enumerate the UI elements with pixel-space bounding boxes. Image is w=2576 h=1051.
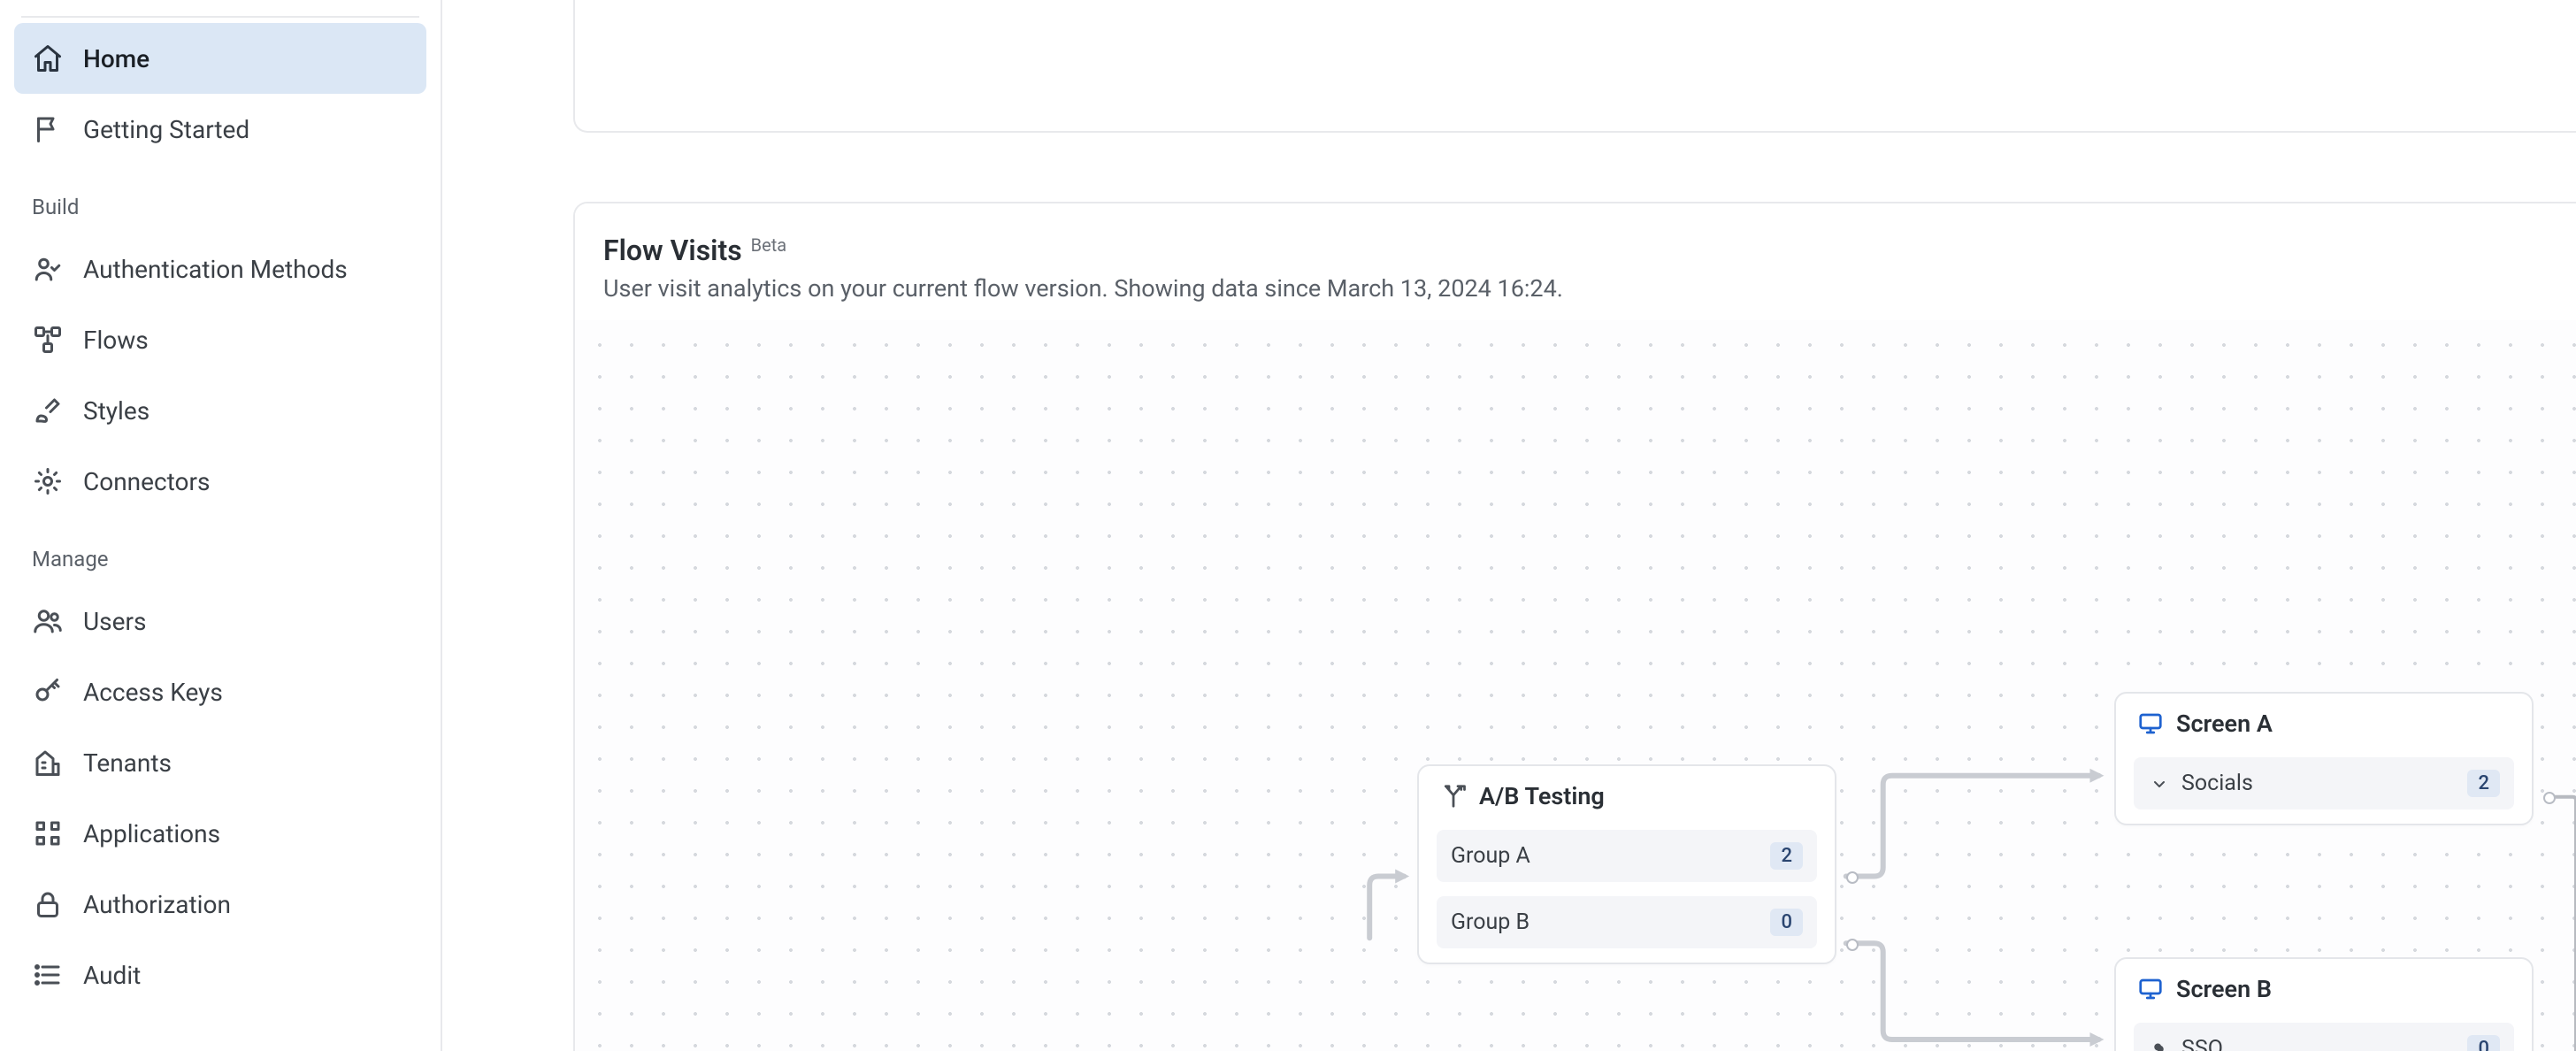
home-icon	[32, 42, 64, 74]
chevron-down-icon	[2148, 772, 2171, 795]
sidebar-divider	[21, 16, 419, 18]
node-row-group-b[interactable]: Group B 0	[1437, 896, 1817, 948]
list-icon	[32, 959, 64, 991]
sidebar-section-manage: Manage	[14, 517, 426, 586]
node-screen-a[interactable]: Screen A Socials 2	[2114, 692, 2534, 825]
node-row-group-a[interactable]: Group A 2	[1437, 830, 1817, 882]
sidebar-item-connectors[interactable]: Connectors	[14, 446, 426, 517]
flow-title-row: Flow Visits Beta	[603, 234, 2548, 267]
sidebar-label: Flows	[83, 326, 149, 355]
sidebar-item-audit[interactable]: Audit	[14, 940, 426, 1010]
sidebar-item-users[interactable]: Users	[14, 586, 426, 656]
app-root: Home Getting Started Build Authenticatio…	[0, 0, 2576, 1051]
sidebar-label: Tenants	[83, 748, 172, 778]
sidebar-item-styles[interactable]: Styles	[14, 375, 426, 446]
brush-icon	[32, 395, 64, 426]
sidebar-item-flows[interactable]: Flows	[14, 304, 426, 375]
sidebar-label: Styles	[83, 396, 150, 426]
node-title: Screen B	[2176, 975, 2272, 1003]
output-port-socials[interactable]	[2543, 792, 2556, 804]
flag-icon	[32, 113, 64, 145]
output-port-group-b[interactable]	[1846, 939, 1859, 951]
sidebar-item-applications[interactable]: Applications	[14, 798, 426, 869]
sidebar-label: Authorization	[83, 890, 231, 919]
count-badge: 2	[2467, 770, 2500, 797]
sidebar-label: Applications	[83, 819, 220, 848]
building-icon	[32, 747, 64, 779]
sidebar: Home Getting Started Build Authenticatio…	[0, 0, 442, 1051]
sidebar-item-home[interactable]: Home	[14, 23, 426, 94]
node-header: Screen B	[2116, 959, 2532, 1016]
count-badge: 0	[1770, 909, 1803, 936]
row-label: Group A	[1451, 843, 1770, 869]
monitor-icon	[2137, 710, 2164, 737]
sidebar-label: Connectors	[83, 467, 210, 496]
users-icon	[32, 605, 64, 637]
flow-visits-card: Flow Visits Beta User visit analytics on…	[573, 202, 2576, 1051]
sidebar-label: Users	[83, 607, 146, 636]
count-badge: 2	[1770, 842, 1803, 870]
sidebar-label: Authentication Methods	[83, 255, 348, 284]
output-port-group-a[interactable]	[1846, 871, 1859, 884]
node-header: Screen A	[2116, 694, 2532, 750]
node-ab-testing[interactable]: A/B Testing Group A 2 Group B 0	[1417, 764, 1836, 964]
key-icon	[2148, 1038, 2171, 1051]
node-screen-b[interactable]: Screen B SSO 0	[2114, 957, 2534, 1051]
flow-visits-subtitle: User visit analytics on your current flo…	[603, 274, 2548, 303]
sidebar-item-getting-started[interactable]: Getting Started	[14, 94, 426, 165]
row-label: Socials	[2181, 771, 2467, 796]
row-label: SSO	[2181, 1036, 2467, 1051]
apps-icon	[32, 817, 64, 849]
node-row-socials[interactable]: Socials 2	[2134, 757, 2514, 809]
sidebar-section-build: Build	[14, 165, 426, 234]
sidebar-item-access-keys[interactable]: Access Keys	[14, 656, 426, 727]
sidebar-item-authorization[interactable]: Authorization	[14, 869, 426, 940]
identity-icon	[32, 253, 64, 285]
row-label: Group B	[1451, 909, 1770, 935]
flow-visits-title: Flow Visits	[603, 234, 742, 267]
count-badge: 0	[2467, 1035, 2500, 1051]
node-row-sso[interactable]: SSO 0	[2134, 1023, 2514, 1051]
previous-card-edge	[573, 0, 2576, 133]
flow-canvas[interactable]: A/B Testing Group A 2 Group B 0	[575, 320, 2576, 1051]
node-header: A/B Testing	[1419, 766, 1835, 823]
lock-icon	[32, 888, 64, 920]
sidebar-label: Getting Started	[83, 115, 249, 144]
node-title: Screen A	[2176, 710, 2273, 738]
beta-badge: Beta	[751, 234, 787, 256]
main-content: Flow Visits Beta User visit analytics on…	[442, 0, 2576, 1051]
flows-icon	[32, 324, 64, 356]
plug-icon	[32, 465, 64, 497]
split-icon	[1440, 783, 1467, 809]
sidebar-label: Access Keys	[83, 678, 223, 707]
monitor-icon	[2137, 976, 2164, 1002]
flow-visits-header: Flow Visits Beta User visit analytics on…	[575, 203, 2576, 318]
sidebar-label: Home	[83, 44, 150, 73]
sidebar-label: Audit	[83, 961, 141, 990]
node-title: A/B Testing	[1479, 782, 1605, 810]
key-icon	[32, 676, 64, 708]
sidebar-item-tenants[interactable]: Tenants	[14, 727, 426, 798]
sidebar-item-auth-methods[interactable]: Authentication Methods	[14, 234, 426, 304]
